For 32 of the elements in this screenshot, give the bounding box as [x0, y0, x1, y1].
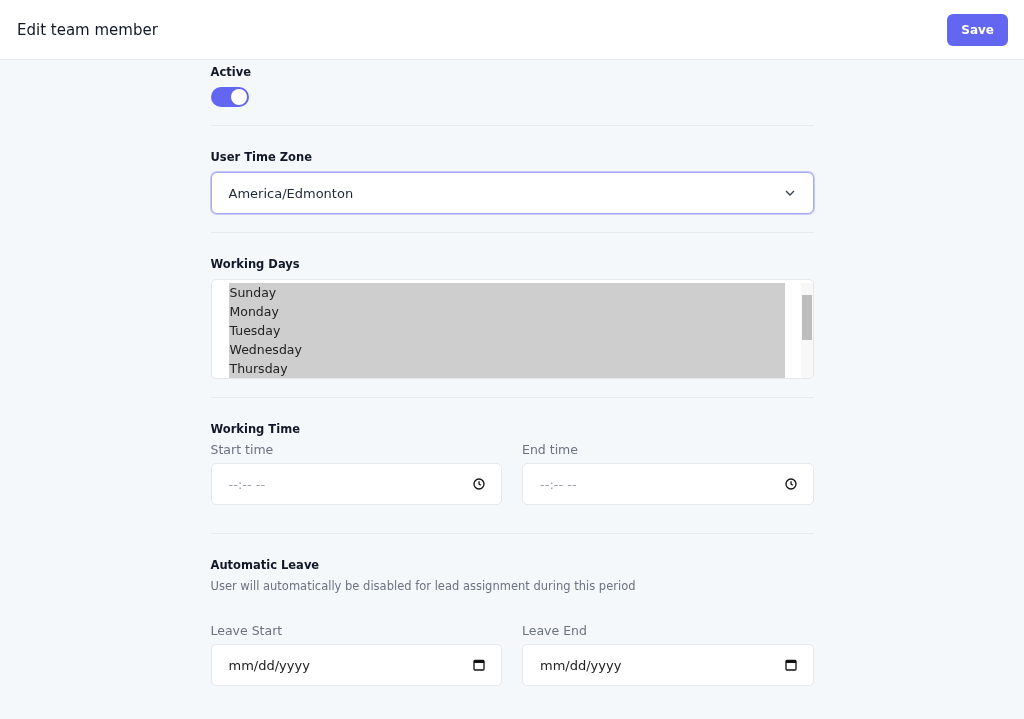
day-option[interactable]: Wednesday — [228, 340, 785, 359]
placeholder-text: mm/dd/yyyy — [228, 657, 310, 673]
field-label: Start time — [210, 442, 275, 457]
days-listbox[interactable]: Sunday Monday Tuesday Wednesday Thursday — [210, 279, 814, 379]
day-option[interactable]: Monday — [228, 302, 785, 321]
page-title: Edit team member — [17, 20, 158, 39]
date-field[interactable]: mm/dd/yyyy — [522, 644, 814, 686]
calendar-icon[interactable] — [473, 659, 485, 671]
save-button[interactable]: Save — [947, 13, 1008, 46]
toggle-switch[interactable] — [210, 87, 249, 107]
field-label: Leave End — [522, 623, 588, 638]
section-label: Working Days — [210, 257, 301, 271]
section-description: User will automatically be disabled for lead assignment during this period — [210, 579, 637, 593]
chevron-down-icon — [784, 190, 795, 196]
field-label: End time — [522, 442, 579, 457]
section-label: Automatic Leave — [210, 558, 321, 572]
date-field[interactable]: mm/dd/yyyy — [210, 644, 502, 686]
clock-icon[interactable] — [473, 478, 485, 490]
day-option[interactable]: Sunday — [228, 283, 785, 302]
placeholder-text: --:-- -- — [540, 476, 577, 492]
scrollbar[interactable] — [800, 283, 813, 378]
time-zone-select[interactable]: America/Edmonton — [210, 172, 814, 214]
day-option[interactable]: Tuesday — [228, 321, 785, 340]
section-label: User Time Zone — [210, 150, 313, 164]
section-label: Working Time — [210, 422, 301, 436]
day-option[interactable]: Thursday — [228, 359, 785, 378]
clock-icon[interactable] — [784, 478, 797, 490]
placeholder-text: --:-- -- — [228, 476, 266, 492]
calendar-icon[interactable] — [784, 659, 797, 671]
placeholder-text: mm/dd/yyyy — [540, 657, 622, 673]
field-label: Leave Start — [210, 623, 284, 638]
section-label: Active — [210, 65, 252, 79]
